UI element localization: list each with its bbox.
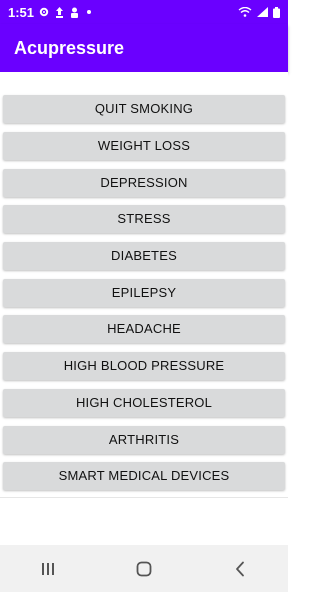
divider — [0, 497, 288, 498]
high-blood-pressure-button[interactable]: HIGH BLOOD PRESSURE — [3, 352, 285, 380]
diabetes-button[interactable]: DIABETES — [3, 242, 285, 270]
notification-icon — [54, 6, 64, 18]
status-right — [238, 6, 280, 18]
stress-button[interactable]: STRESS — [3, 205, 285, 233]
dot-icon — [84, 7, 94, 17]
home-icon[interactable] — [124, 554, 164, 584]
signal-icon — [257, 7, 268, 17]
navigation-bar — [0, 545, 288, 592]
arthritis-button[interactable]: ARTHRITIS — [3, 426, 285, 454]
app-bar: Acupressure — [0, 24, 288, 72]
depression-button[interactable]: DEPRESSION — [3, 169, 285, 197]
recent-apps-icon[interactable] — [28, 554, 68, 584]
battery-icon — [273, 6, 280, 18]
high-cholesterol-button[interactable]: HIGH CHOLESTEROL — [3, 389, 285, 417]
smart-medical-devices-button[interactable]: SMART MEDICAL DEVICES — [3, 462, 285, 490]
epilepsy-button[interactable]: EPILEPSY — [3, 279, 285, 307]
quit-smoking-button[interactable]: QUIT SMOKING — [3, 95, 285, 123]
notification-icon — [69, 7, 79, 18]
app-title: Acupressure — [14, 37, 125, 58]
gear-icon — [39, 7, 49, 17]
weight-loss-button[interactable]: WEIGHT LOSS — [3, 132, 285, 160]
status-time: 1:51 — [8, 4, 35, 20]
headache-button[interactable]: HEADACHE — [3, 315, 285, 343]
status-bar: 1:51 — [0, 0, 288, 24]
back-icon[interactable] — [220, 554, 260, 584]
status-left: 1:51 — [8, 5, 94, 20]
content-area: QUIT SMOKING WEIGHT LOSS DEPRESSION STRE… — [0, 72, 288, 570]
wifi-icon — [238, 7, 252, 17]
menu-list: QUIT SMOKING WEIGHT LOSS DEPRESSION STRE… — [0, 92, 288, 570]
